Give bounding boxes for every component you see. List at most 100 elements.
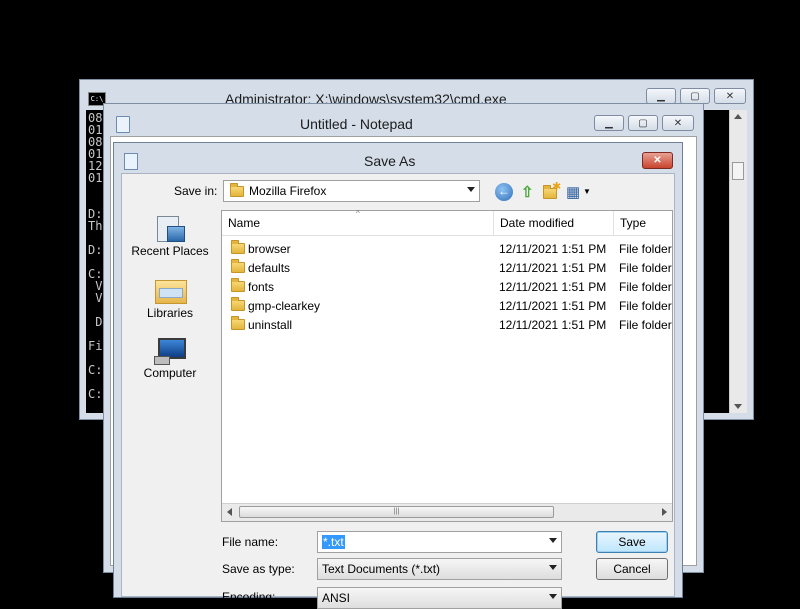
notepad-minimize-button[interactable]: ▁ — [594, 115, 624, 131]
notepad-icon — [116, 116, 130, 133]
cmd-close-button[interactable]: ✕ — [714, 88, 746, 104]
file-type: File folder — [619, 261, 672, 275]
places-libraries[interactable]: Libraries — [125, 276, 215, 320]
libraries-icon — [154, 276, 187, 304]
dialog-body: Save in: Mozilla Firefox ← ⇧ ✱ ▦ ▼ Recent… — [121, 173, 675, 609]
close-icon: ✕ — [653, 155, 662, 166]
folder-icon — [231, 297, 245, 311]
cmd-output-line: Fi — [88, 339, 103, 353]
file-date: 12/11/2021 1:51 PM — [499, 280, 607, 294]
file-date: 12/11/2021 1:51 PM — [499, 242, 607, 256]
recent-places-label: Recent Places — [131, 244, 209, 258]
column-name[interactable]: Name ^ — [222, 209, 494, 235]
encoding-value: ANSI — [322, 591, 351, 605]
cmd-output-line: C: — [88, 387, 103, 401]
folder-icon — [230, 183, 244, 197]
file-name-value: *.txt — [322, 535, 345, 549]
maximize-icon: ▢ — [690, 90, 700, 102]
places-recent[interactable]: Recent Places — [125, 214, 215, 258]
close-icon: ✕ — [673, 117, 683, 129]
notepad-maximize-button[interactable]: ▢ — [628, 115, 658, 131]
minimize-icon: ▁ — [657, 90, 665, 102]
encoding-dropdown[interactable]: ANSI — [317, 587, 562, 609]
file-row[interactable]: defaults 12/11/2021 1:51 PM File folder — [222, 259, 672, 278]
column-type[interactable]: Type — [614, 211, 674, 235]
back-icon[interactable]: ← — [495, 183, 513, 201]
encoding-label: Encoding: — [222, 590, 276, 604]
save-in-label: Save in: — [174, 184, 218, 198]
file-name-field[interactable]: *.txt — [317, 531, 562, 553]
cmd-output-line: D: — [88, 243, 103, 257]
up-folder-icon[interactable]: ⇧ — [519, 183, 537, 201]
folder-icon — [231, 278, 245, 292]
folder-icon — [231, 259, 245, 273]
file-name: defaults — [248, 261, 291, 275]
scroll-down-icon[interactable] — [734, 404, 742, 409]
scroll-left-icon[interactable] — [227, 508, 232, 516]
notepad-close-button[interactable]: ✕ — [662, 115, 694, 131]
save-as-type-label: Save as type: — [222, 562, 295, 576]
close-icon: ✕ — [725, 90, 735, 102]
scroll-thumb[interactable] — [732, 162, 744, 180]
places-computer[interactable]: Computer — [125, 336, 215, 380]
chevron-down-icon[interactable] — [549, 565, 557, 570]
scroll-up-icon[interactable] — [734, 114, 742, 119]
file-type: File folder — [619, 318, 672, 332]
file-name: gmp-clearkey — [248, 299, 321, 313]
column-date-modified[interactable]: Date modified — [494, 211, 614, 235]
maximize-icon: ▢ — [638, 117, 648, 129]
save-as-dialog: Save As ✕ Save in: Mozilla Firefox ← ⇧ ✱… — [113, 142, 683, 609]
save-button[interactable]: Save — [596, 531, 668, 553]
cmd-output-line: V — [88, 291, 103, 305]
dialog-title: Save As — [364, 153, 416, 169]
save-as-type-value: Text Documents (*.txt) — [322, 562, 441, 576]
dialog-close-button[interactable]: ✕ — [642, 152, 673, 169]
folder-icon — [231, 316, 245, 330]
cancel-button[interactable]: Cancel — [596, 558, 668, 580]
file-type: File folder — [619, 299, 672, 313]
libraries-label: Libraries — [146, 306, 194, 320]
save-as-type-dropdown[interactable]: Text Documents (*.txt) — [317, 558, 562, 580]
computer-label: Computer — [143, 366, 197, 380]
cmd-output-line: Th — [88, 219, 103, 233]
view-menu-icon[interactable]: ▦ ▼ — [566, 183, 592, 201]
file-date: 12/11/2021 1:51 PM — [499, 261, 607, 275]
computer-icon — [154, 336, 186, 365]
cmd-maximize-button[interactable]: ▢ — [680, 88, 710, 104]
file-name: uninstall — [248, 318, 293, 332]
scroll-thumb[interactable]: ||| — [239, 506, 554, 518]
chevron-down-icon[interactable] — [467, 187, 475, 192]
file-type: File folder — [619, 280, 672, 294]
minimize-icon: ▁ — [605, 117, 613, 129]
file-name: browser — [248, 242, 291, 256]
file-row[interactable]: gmp-clearkey 12/11/2021 1:51 PM File folde… — [222, 297, 672, 316]
file-name: fonts — [248, 280, 275, 294]
new-folder-icon[interactable]: ✱ — [542, 181, 561, 201]
file-row[interactable]: uninstall 12/11/2021 1:51 PM File folder — [222, 316, 672, 335]
cmd-output-line — [88, 184, 102, 196]
cmd-output-line: 01 — [88, 171, 103, 185]
cmd-scrollbar[interactable] — [729, 110, 747, 413]
file-date: 12/11/2021 1:51 PM — [499, 318, 607, 332]
file-list[interactable]: Name ^ Date modified Type browser 12/11/2… — [221, 209, 674, 522]
notepad-title: Untitled - Notepad — [300, 116, 413, 132]
cmd-minimize-button[interactable]: ▁ — [646, 88, 676, 104]
cmd-output-line: C: — [88, 363, 103, 377]
recent-places-icon — [155, 214, 185, 242]
cmd-output-line: D — [88, 315, 103, 329]
cmd-output: 08 01 08 01 12 01 D: Th D: C: V V D Fi C: C: — [88, 112, 102, 400]
file-type: File folder — [619, 242, 672, 256]
file-name-label: File name: — [222, 535, 279, 549]
folder-icon — [231, 240, 245, 254]
chevron-down-icon[interactable] — [549, 594, 557, 599]
sort-ascending-icon: ^ — [356, 209, 360, 218]
scroll-right-icon[interactable] — [662, 508, 667, 516]
dialog-icon — [124, 153, 138, 170]
file-row[interactable]: fonts 12/11/2021 1:51 PM File folder — [222, 278, 672, 297]
save-in-value: Mozilla Firefox — [249, 184, 327, 198]
file-list-hscrollbar[interactable]: ||| — [222, 503, 672, 521]
chevron-down-icon[interactable] — [549, 538, 557, 543]
file-list-header: Name ^ Date modified Type — [222, 209, 674, 236]
save-in-dropdown[interactable]: Mozilla Firefox — [223, 180, 480, 202]
file-row[interactable]: browser 12/11/2021 1:51 PM File folder — [222, 240, 672, 259]
